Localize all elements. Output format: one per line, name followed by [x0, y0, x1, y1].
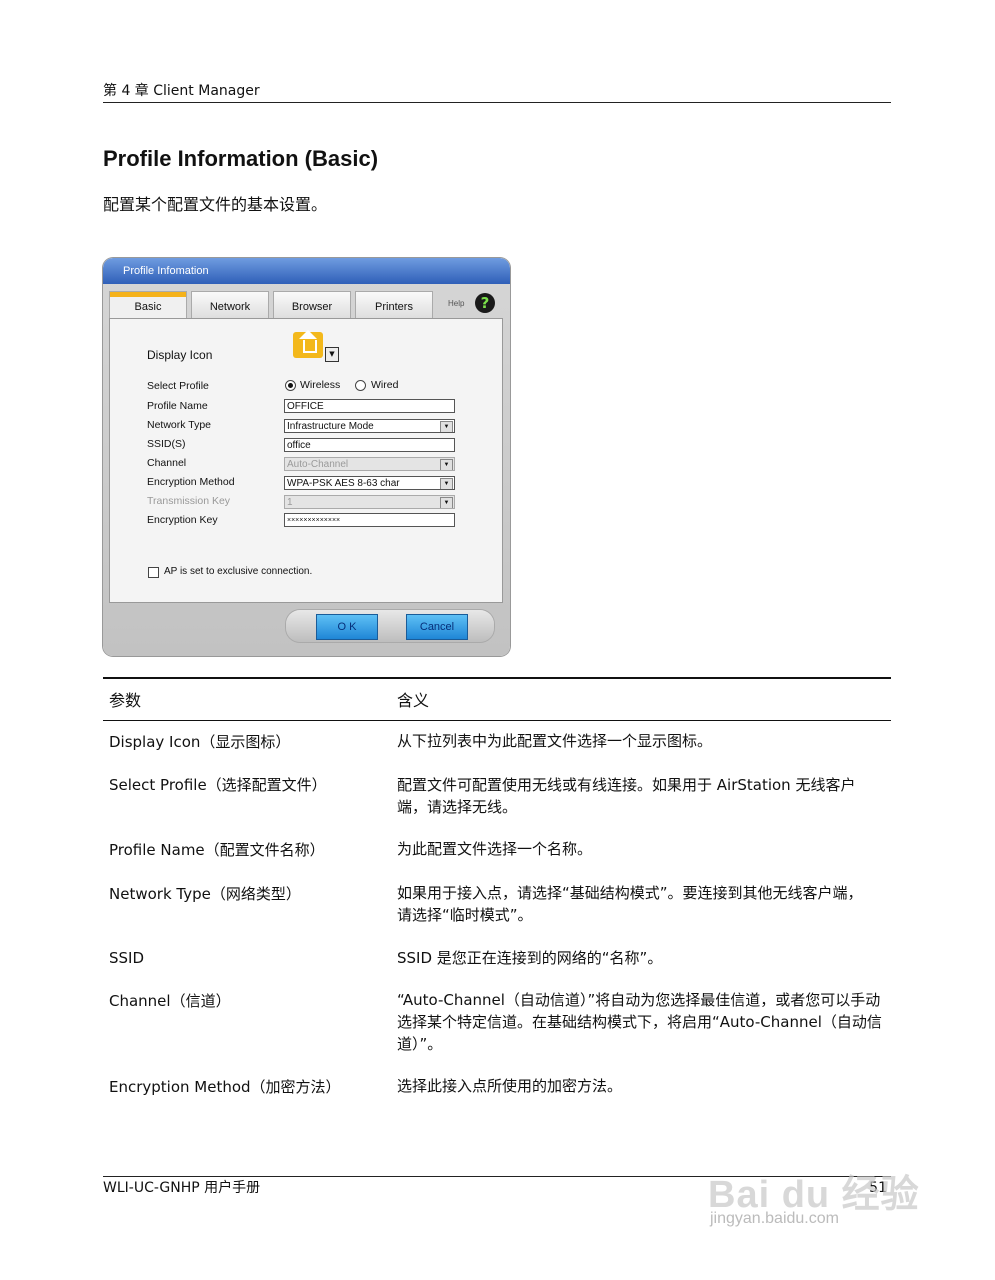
chevron-down-icon[interactable]: ▼: [440, 478, 453, 489]
channel-select: Auto-Channel ▼: [284, 457, 455, 471]
chevron-down-icon: ▼: [440, 497, 453, 508]
tab-printers[interactable]: Printers: [355, 291, 433, 318]
chevron-down-icon[interactable]: ▼: [440, 421, 453, 432]
radio-wired-label: Wired: [371, 379, 399, 391]
row-ssid-meaning: SSID 是您正在连接到的网络的“名称”。: [397, 949, 663, 967]
tab-basic[interactable]: Basic: [109, 291, 187, 318]
display-icon-label: Display Icon: [147, 348, 213, 362]
row-encryption-method-meaning: 选择此接入点所使用的加密方法。: [397, 1077, 623, 1095]
dialog-title-bar: Profile Infomation: [103, 258, 510, 284]
exclusive-connection-checkbox[interactable]: [148, 567, 159, 578]
row-ssid-param: SSID: [109, 949, 145, 967]
radio-wireless-label: Wireless: [300, 379, 341, 391]
transmission-key-value: 1: [287, 497, 293, 508]
tab-browser[interactable]: Browser: [273, 291, 351, 318]
ok-button[interactable]: O K: [316, 614, 378, 640]
chevron-down-icon: ▼: [440, 459, 453, 470]
profile-name-input[interactable]: OFFICE: [284, 399, 455, 413]
radio-wired[interactable]: [355, 380, 366, 391]
row-channel-param: Channel（信道）: [109, 992, 231, 1010]
cancel-button[interactable]: Cancel: [406, 614, 468, 640]
radio-wireless[interactable]: [285, 380, 296, 391]
channel-value: Auto-Channel: [287, 459, 349, 470]
house-icon: [293, 330, 323, 358]
row-display-icon-param: Display Icon（显示图标）: [109, 733, 291, 751]
row-profile-name-param: Profile Name（配置文件名称）: [109, 841, 325, 859]
transmission-key-label: Transmission Key: [147, 495, 231, 507]
select-profile-label: Select Profile: [147, 380, 209, 392]
row-select-profile-meaning: 配置文件可配置使用无线或有线连接。如果用于 AirStation 无线客户端，请…: [397, 776, 856, 816]
manual-title: WLI-UC-GNHP 用户手册: [103, 1180, 261, 1196]
ssid-label: SSID(S): [147, 438, 186, 450]
page-title: Profile Information (Basic): [103, 146, 379, 171]
page-header: 第 4 章 Client Manager: [103, 82, 891, 103]
transmission-key-select: 1 ▼: [284, 495, 455, 509]
header-param: 参数: [109, 691, 142, 710]
network-type-value: Infrastructure Mode: [287, 421, 374, 432]
row-network-type-param: Network Type（网络类型）: [109, 885, 301, 903]
profile-information-dialog: Profile Infomation Basic Network Browser…: [103, 258, 510, 656]
ssid-input[interactable]: office: [284, 438, 455, 452]
icon-dropdown-button[interactable]: ▼: [325, 347, 339, 362]
tab-network[interactable]: Network: [191, 291, 269, 318]
row-select-profile-param: Select Profile（选择配置文件）: [109, 776, 327, 794]
network-type-select[interactable]: Infrastructure Mode ▼: [284, 419, 455, 433]
encryption-key-label: Encryption Key: [147, 514, 218, 526]
table-header-rule: [103, 720, 891, 721]
help-label: Help: [448, 299, 465, 308]
encryption-method-value: WPA-PSK AES 8-63 char: [287, 478, 400, 489]
row-profile-name-meaning: 为此配置文件选择一个名称。: [397, 840, 593, 858]
row-network-type-meaning: 如果用于接入点，请选择“基础结构模式”。要连接到其他无线客户端，请选择“临时模式…: [397, 884, 863, 924]
profile-name-label: Profile Name: [147, 400, 208, 412]
row-channel-meaning: “Auto-Channel（自动信道）”将自动为您选择最佳信道，或者您可以手动选…: [397, 991, 882, 1053]
row-display-icon-meaning: 从下拉列表中为此配置文件选择一个显示图标。: [397, 732, 713, 750]
chapter-label: 第 4 章 Client Manager: [103, 83, 260, 99]
channel-label: Channel: [147, 457, 187, 469]
encryption-method-label: Encryption Method: [147, 476, 235, 488]
network-type-label: Network Type: [147, 419, 211, 431]
question-icon[interactable]: ?: [475, 293, 495, 313]
encryption-key-input[interactable]: ×××××××××××××: [284, 513, 455, 527]
encryption-method-select[interactable]: WPA-PSK AES 8-63 char ▼: [284, 476, 455, 490]
exclusive-connection-label: AP is set to exclusive connection.: [164, 566, 313, 577]
page-subtitle: 配置某个配置文件的基本设置。: [103, 195, 328, 214]
watermark-url: jingyan.baidu.com: [710, 1210, 839, 1227]
header-meaning: 含义: [397, 691, 430, 710]
row-encryption-method-param: Encryption Method（加密方法）: [109, 1078, 341, 1096]
table-top-rule: [103, 677, 891, 679]
